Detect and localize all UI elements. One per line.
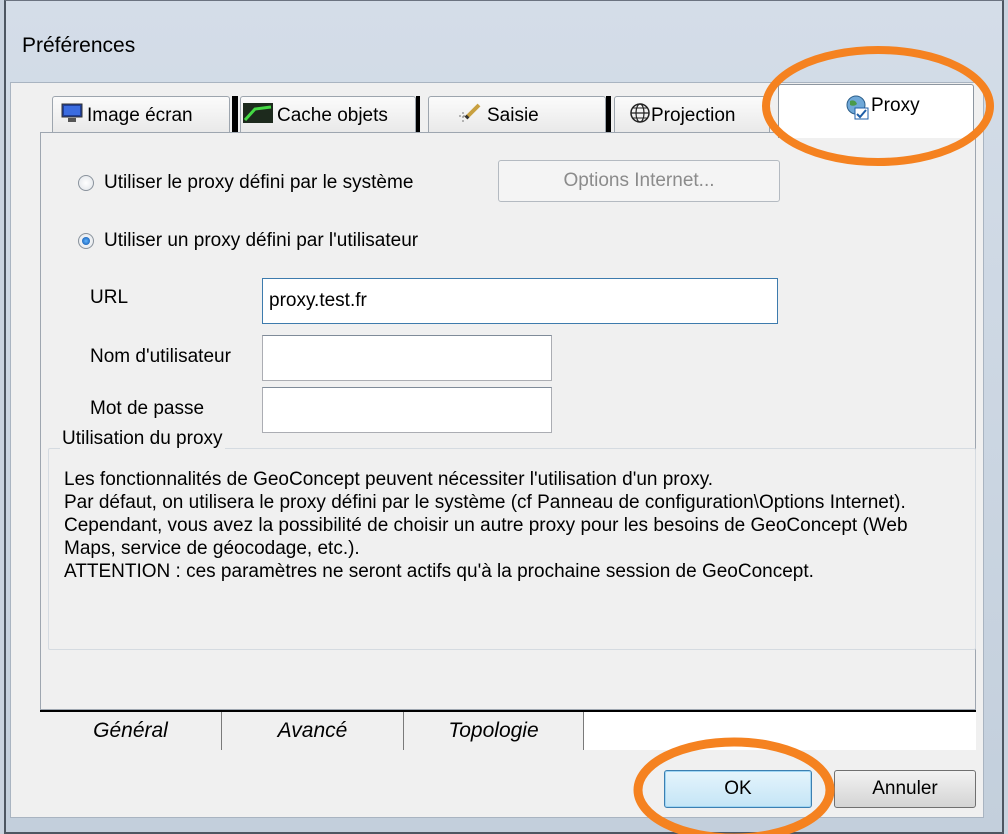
url-label: URL bbox=[90, 287, 129, 308]
tab-divider bbox=[606, 96, 611, 134]
system-proxy-radio[interactable] bbox=[78, 175, 94, 191]
proxy-usage-text: Les fonctionnalités de GeoConcept peuven… bbox=[64, 468, 964, 583]
password-label: Mot de passe bbox=[90, 398, 205, 419]
password-input[interactable] bbox=[262, 387, 552, 433]
user-proxy-radio[interactable] bbox=[78, 233, 94, 249]
tab-saisie[interactable]: Saisie bbox=[428, 96, 606, 134]
tab-label: Cache objets bbox=[277, 104, 388, 126]
tab-label: Proxy bbox=[871, 95, 920, 116]
system-proxy-option[interactable]: Utiliser le proxy défini par le système bbox=[78, 172, 413, 194]
url-input[interactable]: proxy.test.fr bbox=[262, 278, 778, 324]
usage-line: Par défaut, on utilisera le proxy défini… bbox=[64, 492, 906, 513]
username-label: Nom d'utilisateur bbox=[90, 346, 231, 367]
globe-icon bbox=[629, 102, 651, 130]
tab-avance[interactable]: Avancé bbox=[222, 712, 404, 750]
monitor-icon bbox=[61, 103, 83, 129]
proxy-globe-icon bbox=[845, 95, 871, 127]
usage-line: Les fonctionnalités de GeoConcept peuven… bbox=[64, 469, 714, 490]
ok-button[interactable]: OK bbox=[664, 770, 812, 808]
cancel-button[interactable]: Annuler bbox=[834, 770, 976, 808]
url-input-value: proxy.test.fr bbox=[269, 290, 367, 311]
bottom-tab-strip: Général Avancé Topologie bbox=[40, 710, 976, 750]
chart-icon bbox=[243, 102, 273, 129]
tab-topologie[interactable]: Topologie bbox=[404, 712, 584, 750]
tab-label: Saisie bbox=[487, 104, 539, 126]
proxy-usage-title: Utilisation du proxy bbox=[60, 428, 225, 450]
system-proxy-label: Utiliser le proxy défini par le système bbox=[104, 172, 414, 193]
usage-line: Cependant, vous avez la possibilité de c… bbox=[64, 515, 908, 559]
usage-line: ATTENTION : ces paramètres ne seront act… bbox=[64, 561, 814, 582]
username-input[interactable] bbox=[262, 335, 552, 381]
tab-image-ecran[interactable]: Image écran bbox=[52, 96, 230, 134]
window-title: Préférences bbox=[22, 34, 136, 57]
tab-divider bbox=[232, 96, 238, 134]
user-proxy-label: Utiliser un proxy défini par l'utilisate… bbox=[104, 230, 419, 251]
tab-cache-objets[interactable]: Cache objets bbox=[240, 96, 416, 134]
tab-label: Image écran bbox=[87, 104, 193, 126]
pencil-icon bbox=[457, 102, 483, 130]
user-proxy-option[interactable]: Utiliser un proxy défini par l'utilisate… bbox=[78, 230, 418, 252]
tab-proxy[interactable]: Proxy bbox=[778, 84, 974, 138]
internet-options-button[interactable]: Options Internet... bbox=[498, 160, 780, 202]
tab-divider bbox=[416, 96, 420, 134]
tab-projection[interactable]: Projection bbox=[614, 96, 770, 134]
tab-general[interactable]: Général bbox=[40, 712, 222, 750]
tab-label: Projection bbox=[651, 104, 736, 126]
